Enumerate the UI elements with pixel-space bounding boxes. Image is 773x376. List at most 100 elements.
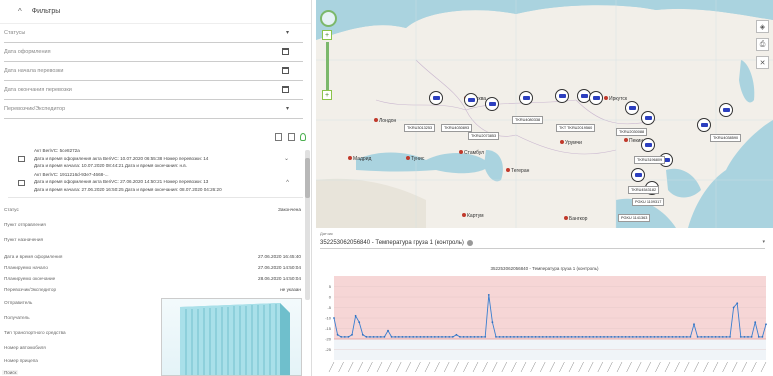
data-point[interactable]: [365, 336, 368, 338]
data-point[interactable]: [603, 336, 605, 338]
data-point[interactable]: [369, 336, 371, 338]
data-point[interactable]: [401, 336, 404, 338]
data-point[interactable]: [685, 336, 688, 338]
zoom-out-button[interactable]: +: [322, 90, 332, 100]
data-point[interactable]: [635, 336, 638, 338]
data-point[interactable]: [412, 336, 415, 338]
data-point[interactable]: [660, 336, 663, 338]
data-point[interactable]: [487, 294, 490, 296]
data-point[interactable]: [739, 336, 742, 338]
data-point[interactable]: [595, 336, 598, 338]
data-point[interactable]: [509, 336, 512, 338]
data-point[interactable]: [581, 336, 584, 338]
data-point[interactable]: [707, 336, 710, 338]
act-item-expanded[interactable]: Акт BeriVC: 1911216d-93e7-4668-... Дата …: [0, 171, 311, 194]
data-point[interactable]: [696, 336, 699, 338]
data-point[interactable]: [513, 336, 515, 338]
data-point[interactable]: [549, 336, 551, 338]
truck-marker-icon[interactable]: [631, 168, 645, 182]
data-point[interactable]: [523, 336, 526, 338]
data-point[interactable]: [354, 315, 357, 317]
act-item[interactable]: Акт BeriVC: 5ce8272a Дата и время оформл…: [0, 147, 311, 170]
data-point[interactable]: [664, 336, 667, 338]
data-point[interactable]: [394, 336, 397, 338]
container-label[interactable]: TKRU3013253: [404, 124, 436, 132]
data-point[interactable]: [718, 336, 721, 338]
data-point[interactable]: [520, 336, 523, 338]
data-point[interactable]: [642, 336, 645, 338]
container-label[interactable]: TKRU4080338: [512, 116, 544, 124]
calendar-icon[interactable]: [282, 67, 289, 74]
data-point[interactable]: [689, 336, 692, 338]
data-point[interactable]: [725, 336, 728, 338]
data-point[interactable]: [462, 336, 465, 338]
data-point[interactable]: [732, 306, 735, 309]
truck-marker-icon[interactable]: [697, 118, 711, 132]
data-point[interactable]: [682, 336, 685, 338]
data-point[interactable]: [336, 333, 339, 336]
data-point[interactable]: [613, 336, 616, 338]
user-icon[interactable]: [300, 133, 306, 141]
data-point[interactable]: [358, 321, 361, 324]
truck-marker-icon[interactable]: [625, 101, 639, 115]
data-point[interactable]: [347, 336, 350, 338]
carrier-filter-select[interactable]: Перевозчик/Экспедитор ▾: [4, 100, 303, 119]
data-point[interactable]: [408, 336, 411, 338]
data-point[interactable]: [419, 336, 422, 338]
data-point[interactable]: [671, 336, 674, 338]
data-point[interactable]: [387, 329, 389, 332]
data-point[interactable]: [588, 336, 591, 338]
data-point[interactable]: [455, 333, 458, 336]
data-point[interactable]: [505, 336, 508, 338]
container-label[interactable]: PGKU 1109317: [632, 198, 665, 206]
data-point[interactable]: [379, 336, 382, 338]
truck-marker-icon[interactable]: [429, 91, 443, 105]
truck-marker-icon[interactable]: [641, 111, 655, 125]
truck-marker-icon[interactable]: [719, 103, 733, 117]
data-point[interactable]: [757, 336, 760, 338]
filters-header[interactable]: ^ Фильтры: [0, 0, 311, 24]
data-point[interactable]: [765, 323, 767, 326]
calendar-icon[interactable]: [282, 86, 289, 93]
data-point[interactable]: [451, 336, 454, 338]
data-point[interactable]: [567, 336, 569, 338]
tools-icon[interactable]: ✕: [756, 56, 769, 69]
excel-icon[interactable]: [288, 133, 295, 141]
pan-control[interactable]: [320, 10, 337, 27]
data-point[interactable]: [711, 336, 713, 338]
data-point[interactable]: [631, 336, 634, 338]
calendar-icon[interactable]: [282, 48, 289, 55]
data-point[interactable]: [754, 321, 757, 324]
chevron-down-icon[interactable]: ⌄: [284, 156, 289, 164]
data-point[interactable]: [703, 336, 706, 338]
data-point[interactable]: [729, 336, 731, 338]
chevron-down-icon[interactable]: ▾: [286, 105, 289, 112]
data-point[interactable]: [678, 336, 681, 338]
data-point[interactable]: [617, 336, 620, 338]
data-point[interactable]: [610, 336, 613, 338]
map-view[interactable]: Мадрид Тунис Стамбул Тегеран Урумчи Пекин Банг…: [316, 0, 773, 228]
data-point[interactable]: [405, 336, 407, 338]
data-point[interactable]: [437, 336, 440, 338]
chevron-up-icon[interactable]: ^: [18, 7, 22, 16]
data-point[interactable]: [534, 336, 537, 338]
data-point[interactable]: [343, 336, 346, 338]
data-point[interactable]: [351, 333, 353, 336]
data-point[interactable]: [444, 336, 447, 338]
data-point[interactable]: [592, 336, 595, 338]
data-point[interactable]: [516, 336, 519, 338]
chevron-down-icon[interactable]: ▾: [286, 29, 289, 36]
data-point[interactable]: [495, 336, 497, 338]
truck-marker-icon[interactable]: [641, 138, 655, 152]
data-point[interactable]: [646, 336, 649, 338]
status-filter-select[interactable]: Статусы ▾: [4, 24, 303, 43]
data-point[interactable]: [383, 336, 386, 338]
truck-marker-icon[interactable]: [519, 91, 533, 105]
container-label[interactable]: TKRU4030893: [441, 124, 473, 132]
zoom-slider[interactable]: [326, 42, 329, 90]
data-point[interactable]: [761, 336, 764, 338]
data-point[interactable]: [556, 336, 559, 338]
date-end-field[interactable]: Дата окончания перевозки: [4, 81, 303, 100]
data-point[interactable]: [585, 336, 587, 338]
date-issued-field[interactable]: Дата оформления: [4, 43, 303, 62]
